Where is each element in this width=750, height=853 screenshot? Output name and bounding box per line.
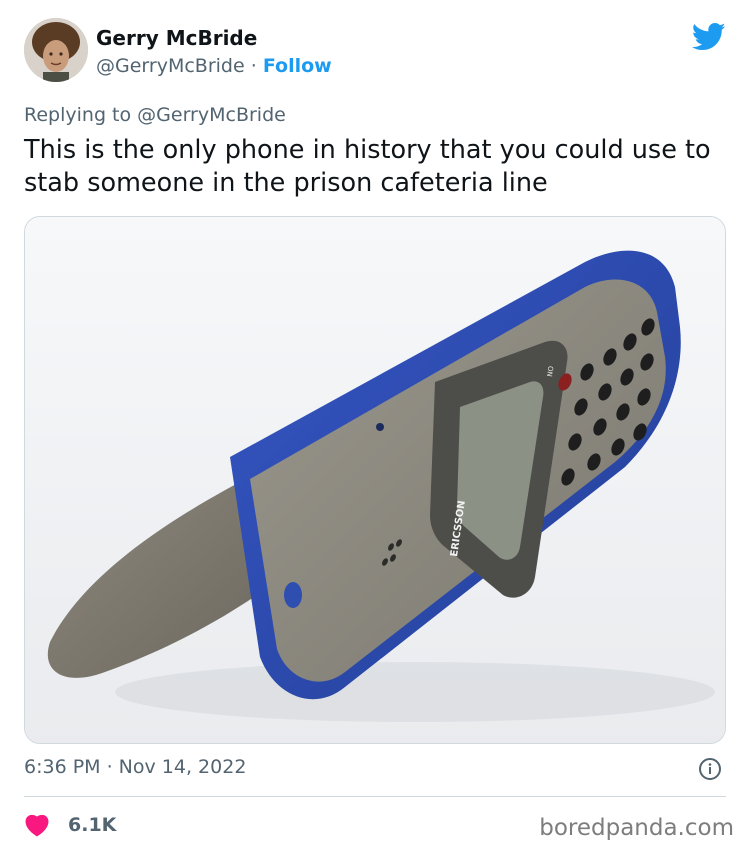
handle-separator: · <box>250 55 257 77</box>
phone-key-label: NO <box>546 365 555 377</box>
heart-icon[interactable] <box>24 813 50 837</box>
tweet-media-image[interactable]: ERICSSON NO <box>24 216 726 744</box>
like-action[interactable]: 6.1K <box>24 810 116 840</box>
avatar[interactable] <box>24 18 88 82</box>
like-count: 6.1K <box>68 814 117 836</box>
tweet-header: Gerry McBride @GerryMcBride · Follow <box>24 18 726 88</box>
divider <box>24 796 726 797</box>
watermark: boredpanda.com <box>539 815 734 841</box>
author-handle[interactable]: @GerryMcBride <box>96 55 245 77</box>
replying-to: Replying to @GerryMcBride <box>24 104 286 126</box>
tweet-text: This is the only phone in history that y… <box>24 135 711 198</box>
info-icon[interactable] <box>698 757 722 781</box>
twitter-bird-icon[interactable] <box>692 22 726 52</box>
replying-prefix: Replying to <box>24 104 132 126</box>
author-handle-line: @GerryMcBride · Follow <box>96 55 332 77</box>
tweet-timestamp[interactable]: 6:36 PM · Nov 14, 2022 <box>24 756 246 778</box>
follow-button[interactable]: Follow <box>263 55 332 77</box>
author-name[interactable]: Gerry McBride <box>96 26 257 50</box>
phone-photo: ERICSSON NO <box>25 217 725 743</box>
reply-handle-link[interactable]: @GerryMcBride <box>137 104 286 126</box>
